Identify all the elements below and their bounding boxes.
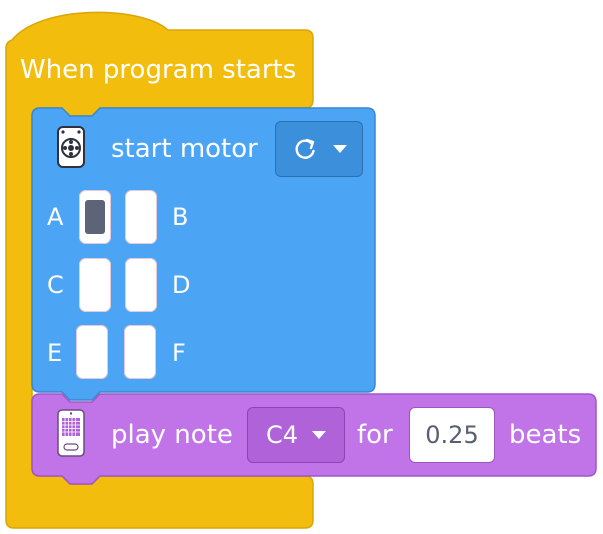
- port-e-toggle[interactable]: [76, 325, 108, 379]
- play-note-label: play note: [111, 420, 233, 450]
- hat-block-label: When program starts: [20, 55, 297, 85]
- direction-dropdown[interactable]: [275, 121, 363, 177]
- chevron-down-icon: [312, 431, 327, 439]
- port-label-f: F: [172, 339, 186, 367]
- port-c-toggle[interactable]: [79, 258, 111, 312]
- start-motor-label: start motor: [111, 134, 258, 164]
- port-label-d: D: [172, 271, 191, 299]
- chevron-down-icon: [333, 145, 347, 153]
- for-label: for: [357, 420, 393, 450]
- port-d-toggle[interactable]: [125, 258, 157, 312]
- port-label-c: C: [47, 271, 64, 299]
- clockwise-icon: [295, 138, 315, 159]
- port-label-b: B: [172, 203, 189, 231]
- hub-icon: [57, 409, 85, 457]
- port-b-toggle[interactable]: [125, 190, 157, 244]
- port-a-toggle[interactable]: [79, 190, 111, 244]
- beats-label: beats: [509, 420, 582, 450]
- port-label-e: E: [47, 339, 63, 367]
- duration-input[interactable]: 0.25: [409, 407, 495, 463]
- motor-icon: [57, 126, 85, 168]
- port-f-toggle[interactable]: [124, 325, 156, 379]
- port-label-a: A: [47, 203, 64, 231]
- note-dropdown[interactable]: C4: [247, 407, 345, 463]
- note-value: C4: [265, 421, 299, 449]
